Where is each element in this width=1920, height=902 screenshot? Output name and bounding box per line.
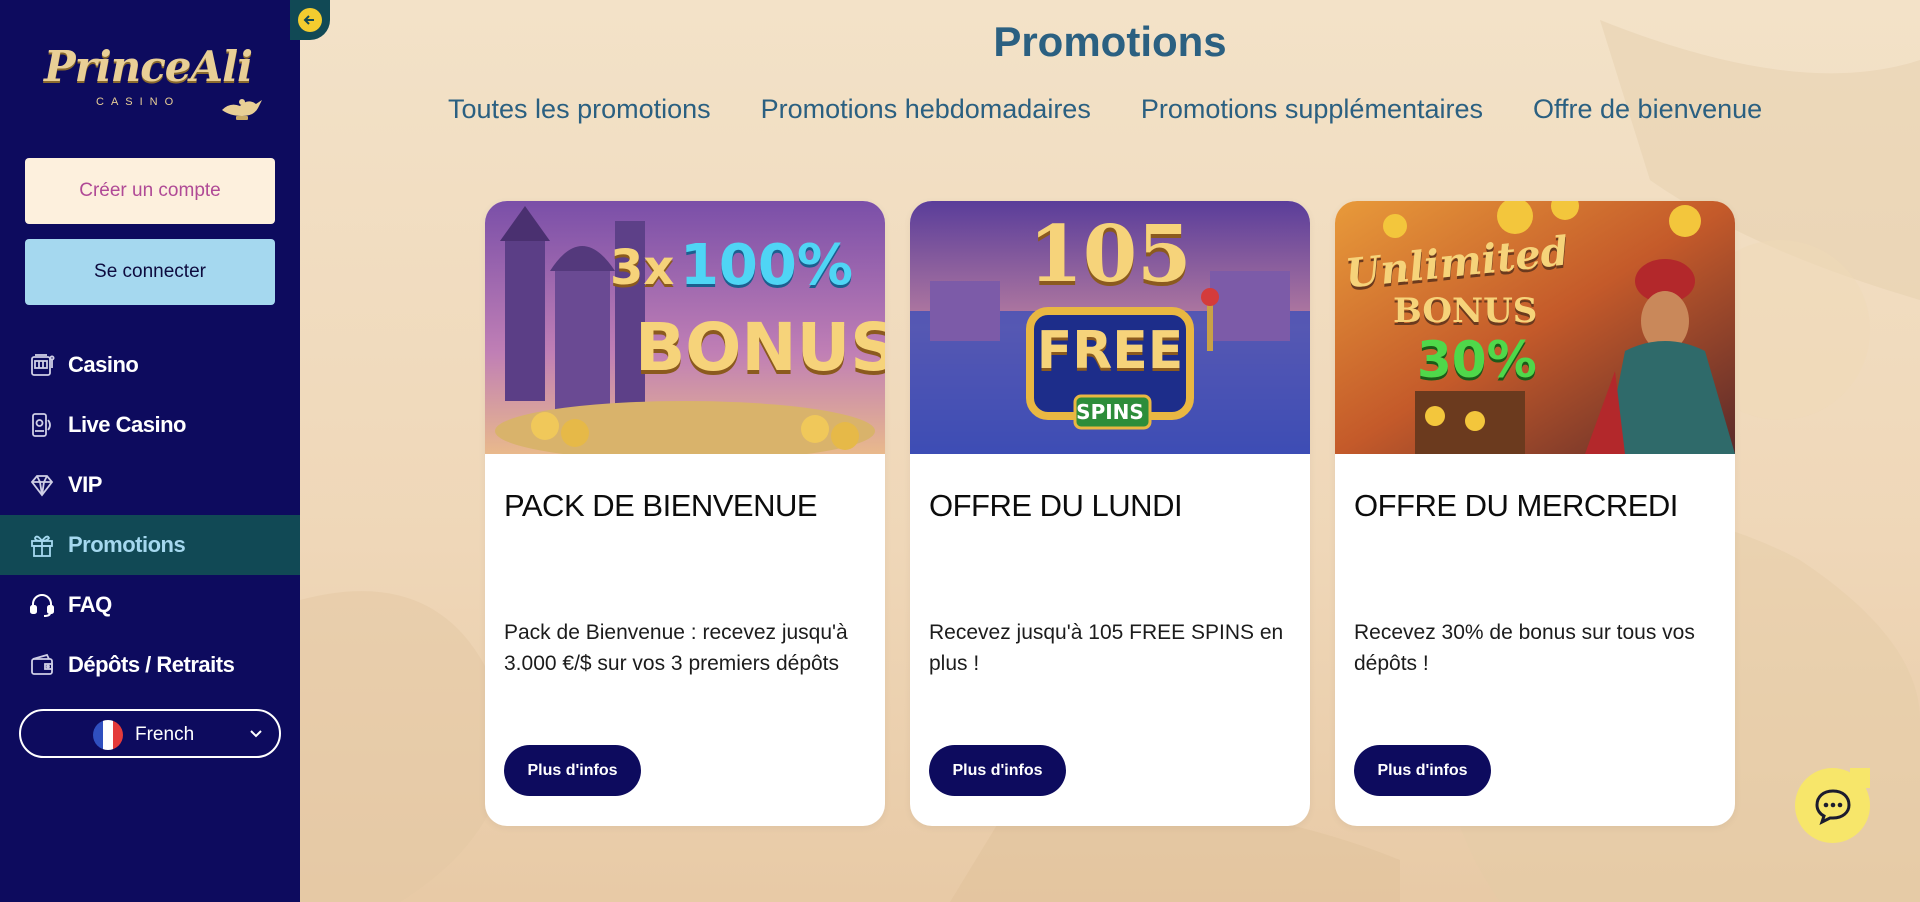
banner-percent: 100% [679,233,853,298]
sidebar-item-label: Live Casino [68,412,186,437]
logo[interactable]: PrinceAli CASINO [40,32,270,132]
tab-weekly-promotions[interactable]: Promotions hebdomadaires [761,94,1091,125]
card-description: Pack de Bienvenue : recevez jusqu'à 3.00… [504,621,848,675]
promo-banner-wednesday: Unlimited BONUS 30% [1335,201,1735,454]
banner-bonus: BONUS [635,309,885,386]
sidebar-item-label: Dépôts / Retraits [68,652,235,677]
chevron-down-icon [250,730,262,738]
collapse-sidebar-button[interactable] [290,0,330,40]
sidebar-item-casino[interactable]: Casino [0,335,300,395]
logo-text: PrinceAli [44,42,253,91]
banner-text: 3x 100% [610,233,853,298]
live-phone-icon [28,411,56,439]
sidebar-item-label: Promotions [68,532,186,557]
chat-bubble-icon [1814,788,1851,825]
banner-percent: 30% [1417,331,1537,389]
card-description: Recevez 30% de bonus sur tous vos dépôts… [1354,621,1695,675]
headset-icon [28,591,56,619]
sidebar-item-promotions[interactable]: Promotions [0,515,316,575]
more-info-button[interactable]: Plus d'infos [1354,745,1491,796]
french-flag-icon [93,720,123,750]
sidebar-item-vip[interactable]: VIP [0,455,300,515]
tab-welcome-offer[interactable]: Offre de bienvenue [1533,94,1762,125]
promo-card-welcome-pack: 3x 100% BONUS PACK DE BIENVENUE Pack de … [485,201,885,826]
sidebar-item-faq[interactable]: FAQ [0,575,300,635]
sidebar-item-deposits[interactable]: Dépôts / Retraits [0,635,300,695]
diamond-icon [28,471,56,499]
sidebar-item-live-casino[interactable]: Live Casino [0,395,300,455]
tab-extra-promotions[interactable]: Promotions supplémentaires [1141,94,1483,125]
banner-free: FREE [1036,321,1184,381]
gift-icon [28,531,56,559]
wallet-icon [28,651,56,679]
promo-cards: 3x 100% BONUS PACK DE BIENVENUE Pack de … [485,201,1735,826]
more-info-button[interactable]: Plus d'infos [929,745,1066,796]
sidebar-nav: Casino Live Casino VIP Promotions FAQ Dé… [0,335,320,695]
page-title: Promotions [993,18,1227,65]
card-title: PACK DE BIENVENUE [504,488,818,523]
language-select[interactable]: French [19,709,281,758]
promo-banner-welcome: 3x 100% BONUS [485,201,885,454]
promo-card-wednesday-offer: Unlimited BONUS 30% OFFRE DU MERCREDI Re… [1335,201,1735,826]
banner-number: 105 [1028,209,1192,300]
tab-all-promotions[interactable]: Toutes les promotions [448,94,711,125]
logo-subtitle: CASINO [96,96,181,108]
arrow-left-icon [298,8,322,32]
language-label: French [135,724,195,745]
magic-lamp-icon [222,99,262,120]
create-account-button[interactable]: Créer un compte [25,158,275,224]
banner-bonus: BONUS [1393,291,1538,331]
sidebar-item-label: FAQ [68,592,112,617]
sidebar: PrinceAli CASINO Créer un compte Se conn… [0,0,316,902]
main-content: Promotions Toutes les promotions Promoti… [300,0,1920,902]
promo-tabs: Toutes les promotions Promotions hebdoma… [448,94,1812,125]
card-title: OFFRE DU LUNDI [929,488,1183,523]
login-button[interactable]: Se connecter [25,239,275,305]
card-description: Recevez jusqu'à 105 FREE SPINS en plus ! [929,621,1284,675]
more-info-button[interactable]: Plus d'infos [504,745,641,796]
slot-machine-icon [28,351,56,379]
promo-card-monday-offer: 105 FREE SPINS OFFRE DU LUNDI Recevez ju… [910,201,1310,826]
sidebar-item-label: Casino [68,352,139,377]
chat-button[interactable] [1795,768,1870,843]
banner-multiplier: 3x [610,240,675,296]
card-title: OFFRE DU MERCREDI [1354,488,1678,523]
sidebar-item-label: VIP [68,472,102,497]
banner-spins: SPINS [1076,400,1144,424]
promo-banner-monday: 105 FREE SPINS [910,201,1310,454]
